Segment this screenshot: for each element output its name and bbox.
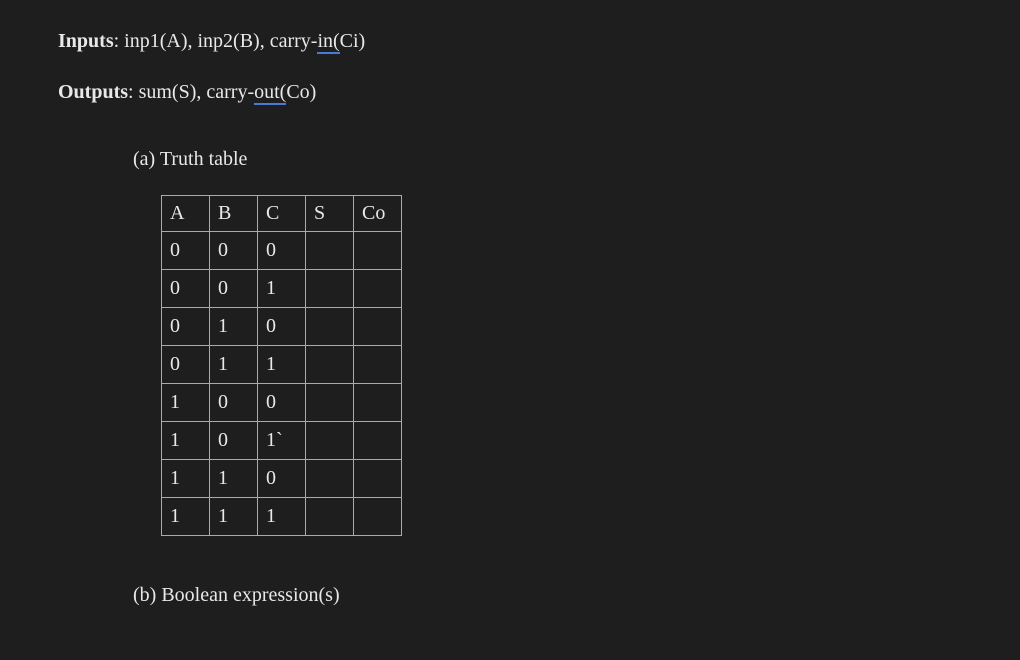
- table-cell: 0: [210, 384, 258, 422]
- table-cell: 1: [162, 498, 210, 536]
- outputs-text-prefix: : sum(S), carry-: [128, 81, 254, 103]
- table-cell: [306, 498, 354, 536]
- table-cell: 1: [162, 422, 210, 460]
- table-cell: 1: [258, 498, 306, 536]
- table-cell: 1: [210, 460, 258, 498]
- table-cell: 0: [258, 384, 306, 422]
- table-cell: 1: [258, 270, 306, 308]
- table-cell: [354, 460, 402, 498]
- inputs-line: Inputs: inp1(A), inp2(B), carry-in(Ci): [58, 30, 1020, 53]
- table-cell: 0: [162, 232, 210, 270]
- table-row: 001: [162, 270, 402, 308]
- table-header-cell: A: [162, 196, 210, 232]
- inputs-text-suffix: Ci): [340, 30, 366, 52]
- table-row: 010: [162, 308, 402, 346]
- section-b-label: (b) Boolean expression(s): [133, 584, 1020, 607]
- inputs-underlined: in(: [317, 30, 339, 54]
- table-cell: [306, 346, 354, 384]
- outputs-underlined: out(: [254, 81, 286, 105]
- table-cell: [306, 308, 354, 346]
- table-cell: [306, 422, 354, 460]
- table-body: 000001010011100101`110111: [162, 232, 402, 536]
- table-row: 100: [162, 384, 402, 422]
- outputs-line: Outputs: sum(S), carry-out(Co): [58, 81, 1020, 104]
- table-cell: [354, 308, 402, 346]
- table-cell: 1: [210, 498, 258, 536]
- table-cell: 1: [258, 346, 306, 384]
- table-row: 101`: [162, 422, 402, 460]
- outputs-label: Outputs: [58, 81, 128, 103]
- table-cell: 0: [210, 232, 258, 270]
- table-cell: [306, 384, 354, 422]
- table-row: 111: [162, 498, 402, 536]
- table-cell: 1: [210, 346, 258, 384]
- table-cell: 0: [258, 232, 306, 270]
- table-cell: 1: [210, 308, 258, 346]
- table-header-cell: Co: [354, 196, 402, 232]
- table-cell: 1`: [258, 422, 306, 460]
- table-cell: [354, 498, 402, 536]
- table-cell: 0: [162, 270, 210, 308]
- table-cell: [354, 232, 402, 270]
- table-cell: 1: [162, 384, 210, 422]
- table-cell: [354, 422, 402, 460]
- table-cell: [306, 270, 354, 308]
- inputs-label: Inputs: [58, 30, 114, 52]
- table-cell: 0: [210, 270, 258, 308]
- table-cell: 1: [162, 460, 210, 498]
- table-header-cell: C: [258, 196, 306, 232]
- table-header-cell: S: [306, 196, 354, 232]
- table-cell: 0: [162, 308, 210, 346]
- table-header-cell: B: [210, 196, 258, 232]
- outputs-text-suffix: Co): [286, 81, 316, 103]
- table-header-row: A B C S Co: [162, 196, 402, 232]
- inputs-text-prefix: : inp1(A), inp2(B), carry-: [114, 30, 318, 52]
- table-cell: [306, 460, 354, 498]
- table-row: 110: [162, 460, 402, 498]
- table-cell: [354, 346, 402, 384]
- table-cell: [354, 270, 402, 308]
- section-a-label: (a) Truth table: [133, 148, 1020, 171]
- table-row: 011: [162, 346, 402, 384]
- table-cell: 0: [258, 460, 306, 498]
- table-cell: [354, 384, 402, 422]
- table-row: 000: [162, 232, 402, 270]
- truth-table: A B C S Co 000001010011100101`110111: [161, 195, 402, 536]
- table-cell: [306, 232, 354, 270]
- table-cell: 0: [210, 422, 258, 460]
- table-cell: 0: [258, 308, 306, 346]
- table-cell: 0: [162, 346, 210, 384]
